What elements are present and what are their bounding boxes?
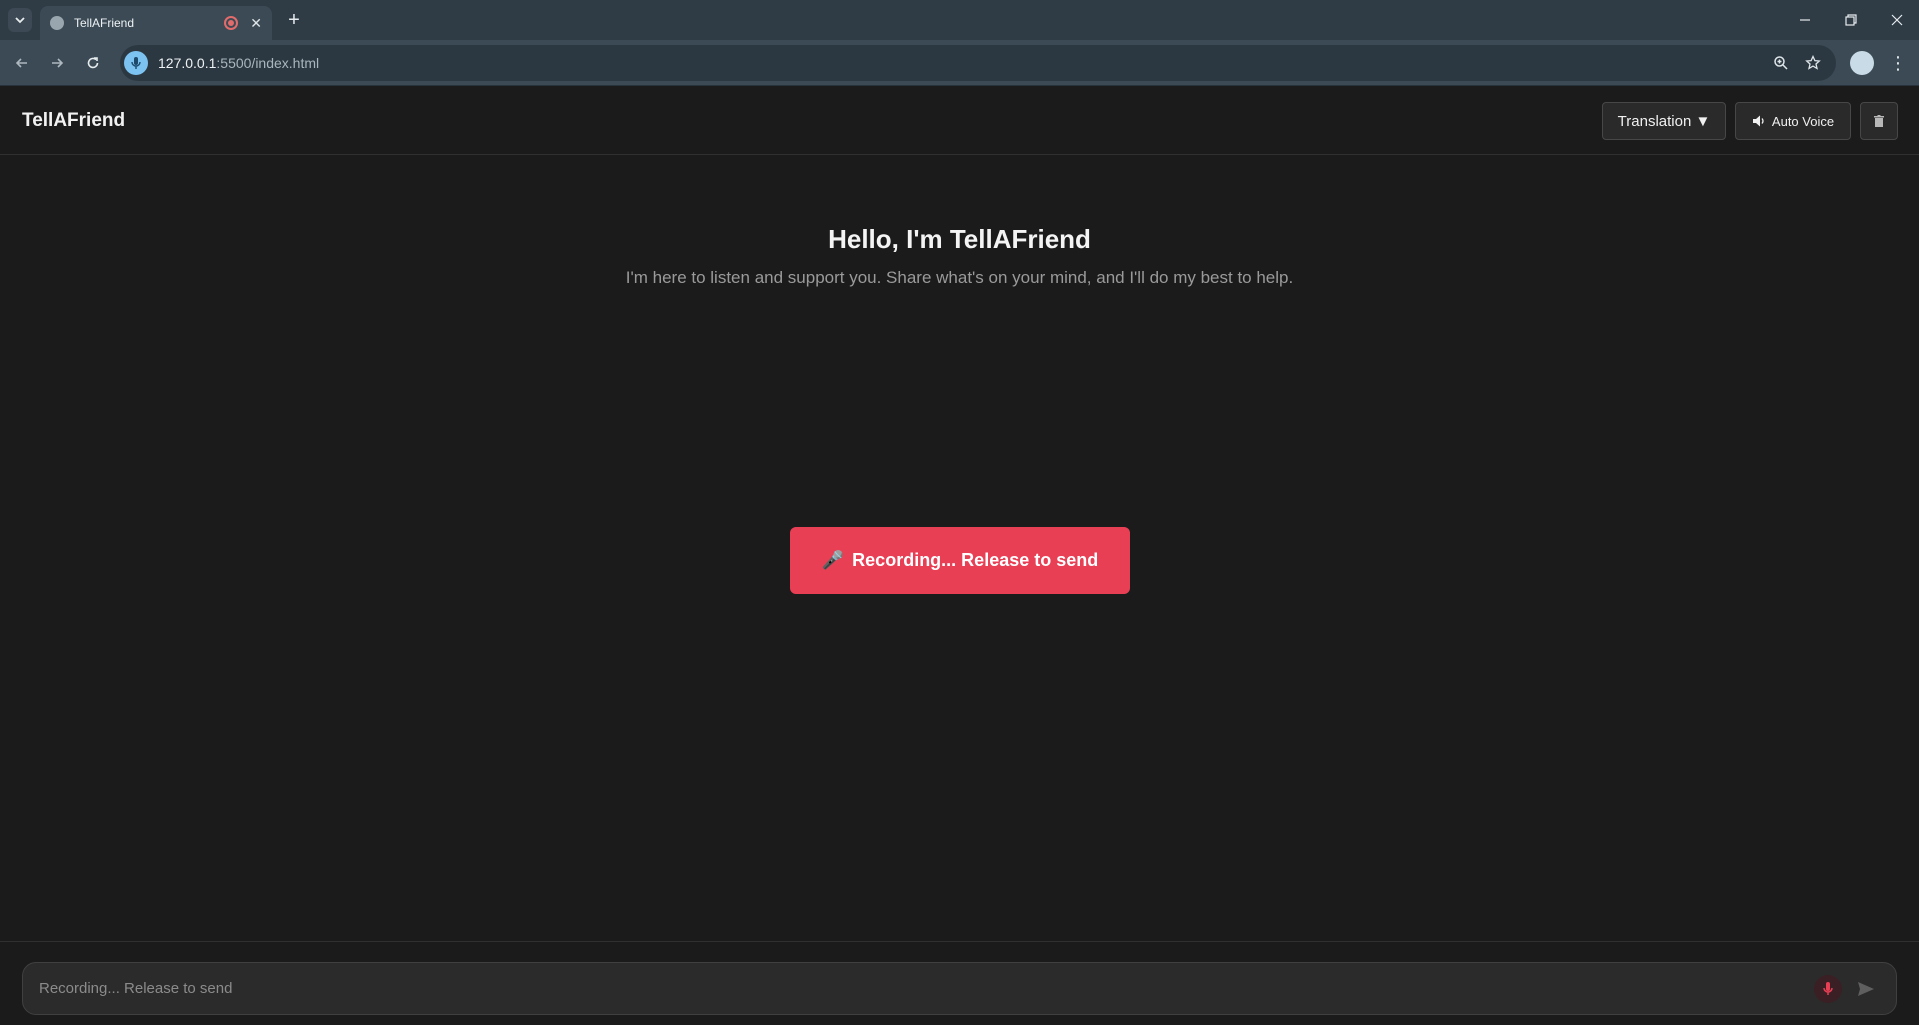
- speaker-icon: [1752, 115, 1764, 127]
- push-to-talk-button[interactable]: 🎤 Recording... Release to send: [790, 527, 1130, 594]
- globe-icon: [50, 16, 64, 30]
- app-header: TellAFriend Translation ▼ Auto Voice: [0, 86, 1919, 155]
- auto-voice-button[interactable]: Auto Voice: [1735, 102, 1851, 140]
- close-window-button[interactable]: [1874, 0, 1919, 40]
- close-tab-icon[interactable]: ✕: [250, 15, 262, 32]
- tab-search-button[interactable]: [8, 8, 32, 32]
- chevron-down-icon: [15, 17, 25, 24]
- new-tab-button[interactable]: +: [282, 8, 306, 32]
- reload-button[interactable]: [81, 51, 105, 75]
- address-bar[interactable]: 127.0.0.1:5500/index.html: [120, 45, 1836, 81]
- microphone-icon: [1823, 982, 1833, 995]
- close-icon: [1891, 14, 1903, 26]
- push-to-talk-label: Recording... Release to send: [852, 550, 1099, 570]
- arrow-left-icon: [15, 58, 27, 68]
- browser-tab-strip: TellAFriend ✕ +: [0, 0, 1919, 40]
- send-button[interactable]: [1852, 975, 1880, 1003]
- back-button[interactable]: [10, 51, 34, 75]
- welcome-title: Hello, I'm TellAFriend: [828, 224, 1091, 254]
- send-icon: [1858, 982, 1874, 996]
- clear-chat-button[interactable]: [1860, 102, 1898, 140]
- arrow-right-icon: [52, 58, 64, 68]
- auto-voice-label: Auto Voice: [1771, 113, 1835, 129]
- translation-dropdown-button[interactable]: Translation ▼: [1602, 102, 1726, 140]
- recording-indicator-icon: [224, 16, 239, 30]
- restore-icon: [1845, 14, 1857, 26]
- profile-avatar[interactable]: [1850, 51, 1874, 75]
- microphone-in-use-icon[interactable]: [124, 51, 148, 75]
- message-input-container: [22, 962, 1897, 1015]
- bookmark-star-icon[interactable]: [1803, 53, 1823, 73]
- app-brand: TellAFriend: [22, 110, 126, 131]
- restore-window-button[interactable]: [1828, 0, 1874, 40]
- url-text: 127.0.0.1:5500/index.html: [158, 55, 320, 71]
- zoom-icon[interactable]: [1771, 53, 1791, 73]
- microphone-button[interactable]: [1814, 975, 1842, 1003]
- trash-icon: [1874, 115, 1884, 127]
- browser-toolbar: 127.0.0.1:5500/index.html ⋮: [0, 40, 1919, 86]
- welcome-subtitle: I'm here to listen and support you. Shar…: [625, 268, 1294, 287]
- composer-bar: [0, 941, 1919, 1025]
- minimize-icon: [1800, 19, 1810, 21]
- reload-icon: [87, 57, 99, 69]
- forward-button[interactable]: [45, 51, 69, 75]
- browser-menu-icon[interactable]: ⋮: [1889, 51, 1907, 75]
- message-input[interactable]: [39, 963, 1819, 1014]
- browser-tab[interactable]: TellAFriend ✕: [40, 6, 272, 40]
- tab-title: TellAFriend: [74, 16, 135, 30]
- microphone-icon: 🎤: [821, 550, 845, 570]
- minimize-window-button[interactable]: [1782, 0, 1828, 40]
